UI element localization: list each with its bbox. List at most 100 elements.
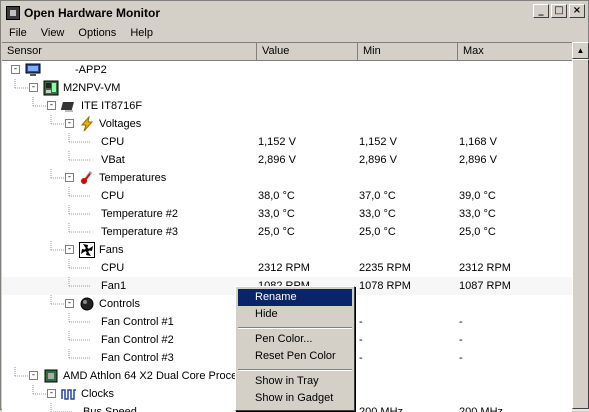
vertical-scrollbar[interactable]: ▲ — [572, 42, 589, 411]
expand-collapse-toggle[interactable]: - — [65, 173, 74, 182]
menu-item-hide[interactable]: Hide — [238, 306, 352, 323]
menu-item-show-in-tray[interactable]: Show in Tray — [238, 373, 352, 390]
sensor-label: Fan Control #2 — [101, 334, 174, 346]
sensor-value: 2312 RPM — [258, 262, 310, 274]
thermometer-icon — [79, 170, 95, 186]
menu-view[interactable]: View — [34, 27, 72, 39]
expand-collapse-toggle[interactable]: - — [65, 245, 74, 254]
sensor-min: 1078 RPM — [359, 280, 411, 292]
menu-item-show-in-gadget[interactable]: Show in Gadget — [238, 390, 352, 407]
app-icon — [6, 5, 20, 20]
tree-row[interactable]: Temperature #3 25,0 °C 25,0 °C 25,0 °C — [2, 223, 572, 241]
sensor-min: 37,0 °C — [359, 190, 396, 202]
column-max[interactable]: Max — [458, 43, 572, 60]
knob-icon — [79, 296, 95, 312]
sensor-label: Clocks — [81, 388, 115, 400]
scroll-thumb[interactable] — [572, 59, 589, 409]
clock-icon — [61, 386, 77, 402]
tree-row[interactable]: - ITE IT8716F — [2, 97, 572, 115]
tree-row[interactable]: VBat 2,896 V 2,896 V 2,896 V — [2, 151, 572, 169]
sensor-label: Fan1 — [101, 280, 127, 292]
sensor-value: 1,152 V — [258, 136, 296, 148]
tree-row[interactable]: CPU 38,0 °C 37,0 °C 39,0 °C — [2, 187, 572, 205]
menu-item-reset-pen-color[interactable]: Reset Pen Color — [238, 348, 352, 365]
sensor-label: Controls — [99, 298, 140, 310]
sensor-value: 25,0 °C — [258, 226, 295, 238]
expand-collapse-toggle[interactable]: - — [29, 83, 38, 92]
menu-file[interactable]: File — [2, 27, 34, 39]
tree-lines — [2, 403, 79, 412]
maximize-button[interactable]: □ — [551, 4, 567, 18]
expand-collapse-toggle[interactable]: - — [11, 65, 20, 74]
close-button[interactable]: × — [569, 4, 585, 18]
expand-collapse-toggle[interactable]: - — [47, 101, 56, 110]
sensor-min: 33,0 °C — [359, 208, 396, 220]
sensor-value: 38,0 °C — [258, 190, 295, 202]
sensor-max: 33,0 °C — [459, 208, 496, 220]
scroll-up-button[interactable]: ▲ — [572, 42, 589, 59]
tree-row[interactable]: - Temperatures — [2, 169, 572, 187]
sensor-label: Temperatures — [99, 172, 167, 184]
sensor-min: 2,896 V — [359, 154, 397, 166]
sensor-value: 2,896 V — [258, 154, 296, 166]
window-title: Open Hardware Monitor — [24, 5, 161, 20]
sensor-max: - — [459, 352, 463, 364]
sensor-max: 2312 RPM — [459, 262, 511, 274]
sensor-label: Fan Control #1 — [101, 316, 174, 328]
sensor-max: 39,0 °C — [459, 190, 496, 202]
chip-icon — [60, 98, 77, 114]
tree-row[interactable]: CPU 2312 RPM 2235 RPM 2312 RPM — [2, 259, 572, 277]
sensor-max: - — [459, 334, 463, 346]
sensor-label: Bus Speed — [83, 406, 137, 412]
tree-row[interactable]: Temperature #2 33,0 °C 33,0 °C 33,0 °C — [2, 205, 572, 223]
sensor-label: Temperature #2 — [101, 208, 179, 220]
tree-row[interactable]: - M2NPV-VM — [2, 79, 572, 97]
cpu-icon — [43, 368, 59, 384]
sensor-label: Fan Control #3 — [101, 352, 174, 364]
menu-separator — [238, 369, 352, 371]
motherboard-icon — [43, 80, 59, 96]
fan-icon — [79, 242, 95, 258]
expand-collapse-toggle[interactable]: - — [29, 371, 38, 380]
sensor-max: 25,0 °C — [459, 226, 496, 238]
minimize-button[interactable]: _ — [533, 4, 549, 18]
sensor-label: ITE IT8716F — [81, 100, 143, 112]
sensor-label: CPU — [101, 136, 125, 148]
sensor-min: - — [359, 316, 363, 328]
sensor-label: CPU — [101, 262, 125, 274]
sensor-label: M2NPV-VM — [63, 82, 121, 94]
menu-options[interactable]: Options — [71, 27, 123, 39]
sensor-label: -APP2 — [75, 64, 107, 76]
column-header: Sensor Value Min Max — [2, 43, 572, 61]
tree-row[interactable]: - -APP2 — [2, 61, 572, 79]
lightning-icon — [79, 115, 95, 132]
sensor-min: 200 MHz — [359, 406, 404, 412]
column-sensor[interactable]: Sensor — [2, 43, 257, 60]
menu-item-rename[interactable]: Rename — [238, 289, 352, 306]
expand-collapse-toggle[interactable]: - — [47, 389, 56, 398]
expand-collapse-toggle[interactable]: - — [65, 119, 74, 128]
menu-separator — [238, 327, 352, 329]
computer-icon — [25, 62, 41, 78]
sensor-label: Fans — [99, 244, 124, 256]
title-bar[interactable]: Open Hardware Monitor _ □ × — [2, 2, 587, 23]
menu-bar: File View Options Help — [2, 24, 587, 42]
sensor-max: 200 MHz — [459, 406, 504, 412]
sensor-min: 1,152 V — [359, 136, 397, 148]
sensor-max: 1087 RPM — [459, 280, 511, 292]
tree-row[interactable]: - Fans — [2, 241, 572, 259]
app-window: Open Hardware Monitor _ □ × File View Op… — [0, 0, 589, 412]
sensor-value: 33,0 °C — [258, 208, 295, 220]
sensor-min: - — [359, 334, 363, 346]
sensor-label: Temperature #3 — [101, 226, 179, 238]
expand-collapse-toggle[interactable]: - — [65, 299, 74, 308]
sensor-min: - — [359, 352, 363, 364]
menu-item-pen-color[interactable]: Pen Color... — [238, 331, 352, 348]
tree-row[interactable]: - Voltages — [2, 115, 572, 133]
sensor-max: - — [459, 316, 463, 328]
tree-row[interactable]: CPU 1,152 V 1,152 V 1,168 V — [2, 133, 572, 151]
menu-help[interactable]: Help — [123, 27, 160, 39]
column-value[interactable]: Value — [257, 43, 358, 60]
column-min[interactable]: Min — [358, 43, 458, 60]
context-menu: Rename Hide Pen Color... Reset Pen Color… — [235, 286, 355, 411]
